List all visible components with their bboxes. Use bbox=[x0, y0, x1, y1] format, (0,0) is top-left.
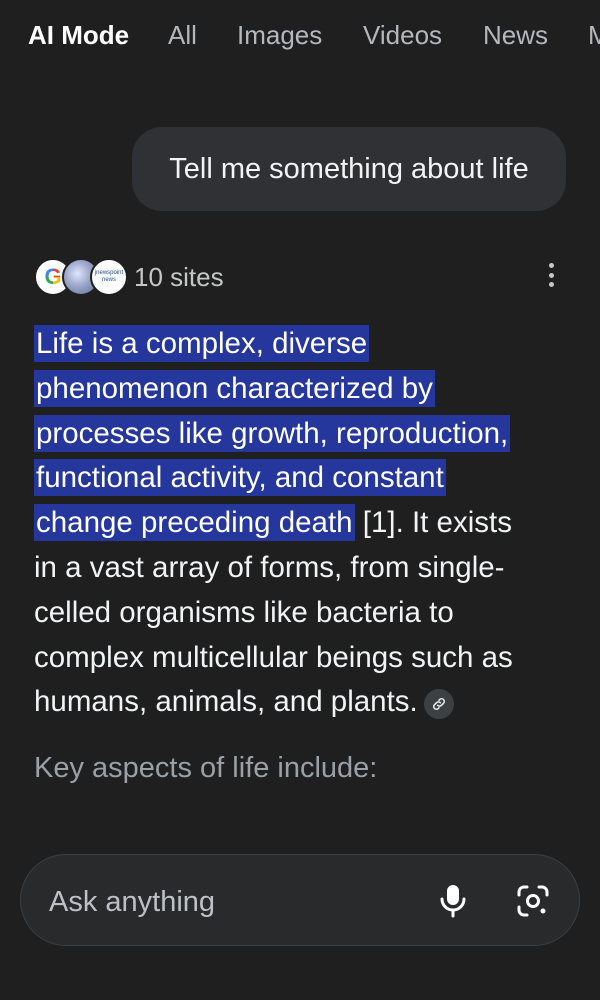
lens-camera-icon[interactable] bbox=[513, 881, 553, 921]
answer-line: celled organisms like bacteria to bbox=[34, 595, 454, 629]
user-message-text: Tell me something about life bbox=[169, 152, 529, 185]
user-message-bubble: Tell me something about life bbox=[132, 127, 566, 211]
news-site-icon: jnewspoint news bbox=[90, 258, 128, 296]
sources-count: 10 sites bbox=[134, 262, 224, 292]
highlighted-line: processes like growth, reproduction, bbox=[34, 414, 511, 452]
highlighted-line: Life is a complex, diverse bbox=[34, 325, 370, 362]
answer-line: in a vast array of forms, from single- bbox=[34, 550, 505, 584]
ask-input[interactable] bbox=[47, 879, 411, 925]
tab-images[interactable]: Images bbox=[237, 20, 322, 51]
highlighted-line: functional activity, and constant bbox=[34, 459, 446, 497]
tab-ai-mode[interactable]: AI Mode bbox=[28, 20, 129, 51]
citation-text: [1]. It exists bbox=[354, 506, 512, 540]
ai-answer: Life is a complex, diverse phenomenon ch… bbox=[34, 322, 574, 725]
answer-line: complex multicellular beings such as bbox=[34, 640, 513, 674]
section-heading: Key aspects of life include: bbox=[34, 752, 378, 784]
tab-videos[interactable]: Videos bbox=[363, 20, 442, 51]
link-icon[interactable] bbox=[423, 688, 454, 719]
news-favicon-text-2: news bbox=[101, 277, 116, 283]
highlighted-line: phenomenon characterized by bbox=[34, 369, 435, 407]
more-options-icon[interactable] bbox=[538, 260, 564, 290]
highlighted-line: change preceding death bbox=[34, 504, 355, 542]
ask-bar bbox=[20, 854, 580, 946]
tab-all[interactable]: All bbox=[168, 20, 197, 51]
answer-line: humans, animals, and plants. bbox=[34, 685, 418, 719]
search-tabs: AI Mode All Images Videos News M bbox=[0, 0, 600, 72]
tab-news[interactable]: News bbox=[483, 20, 548, 51]
microphone-icon[interactable] bbox=[433, 881, 473, 921]
tab-more-truncated[interactable]: M bbox=[588, 20, 600, 51]
news-favicon-text-1: jnewspoint bbox=[94, 270, 124, 276]
